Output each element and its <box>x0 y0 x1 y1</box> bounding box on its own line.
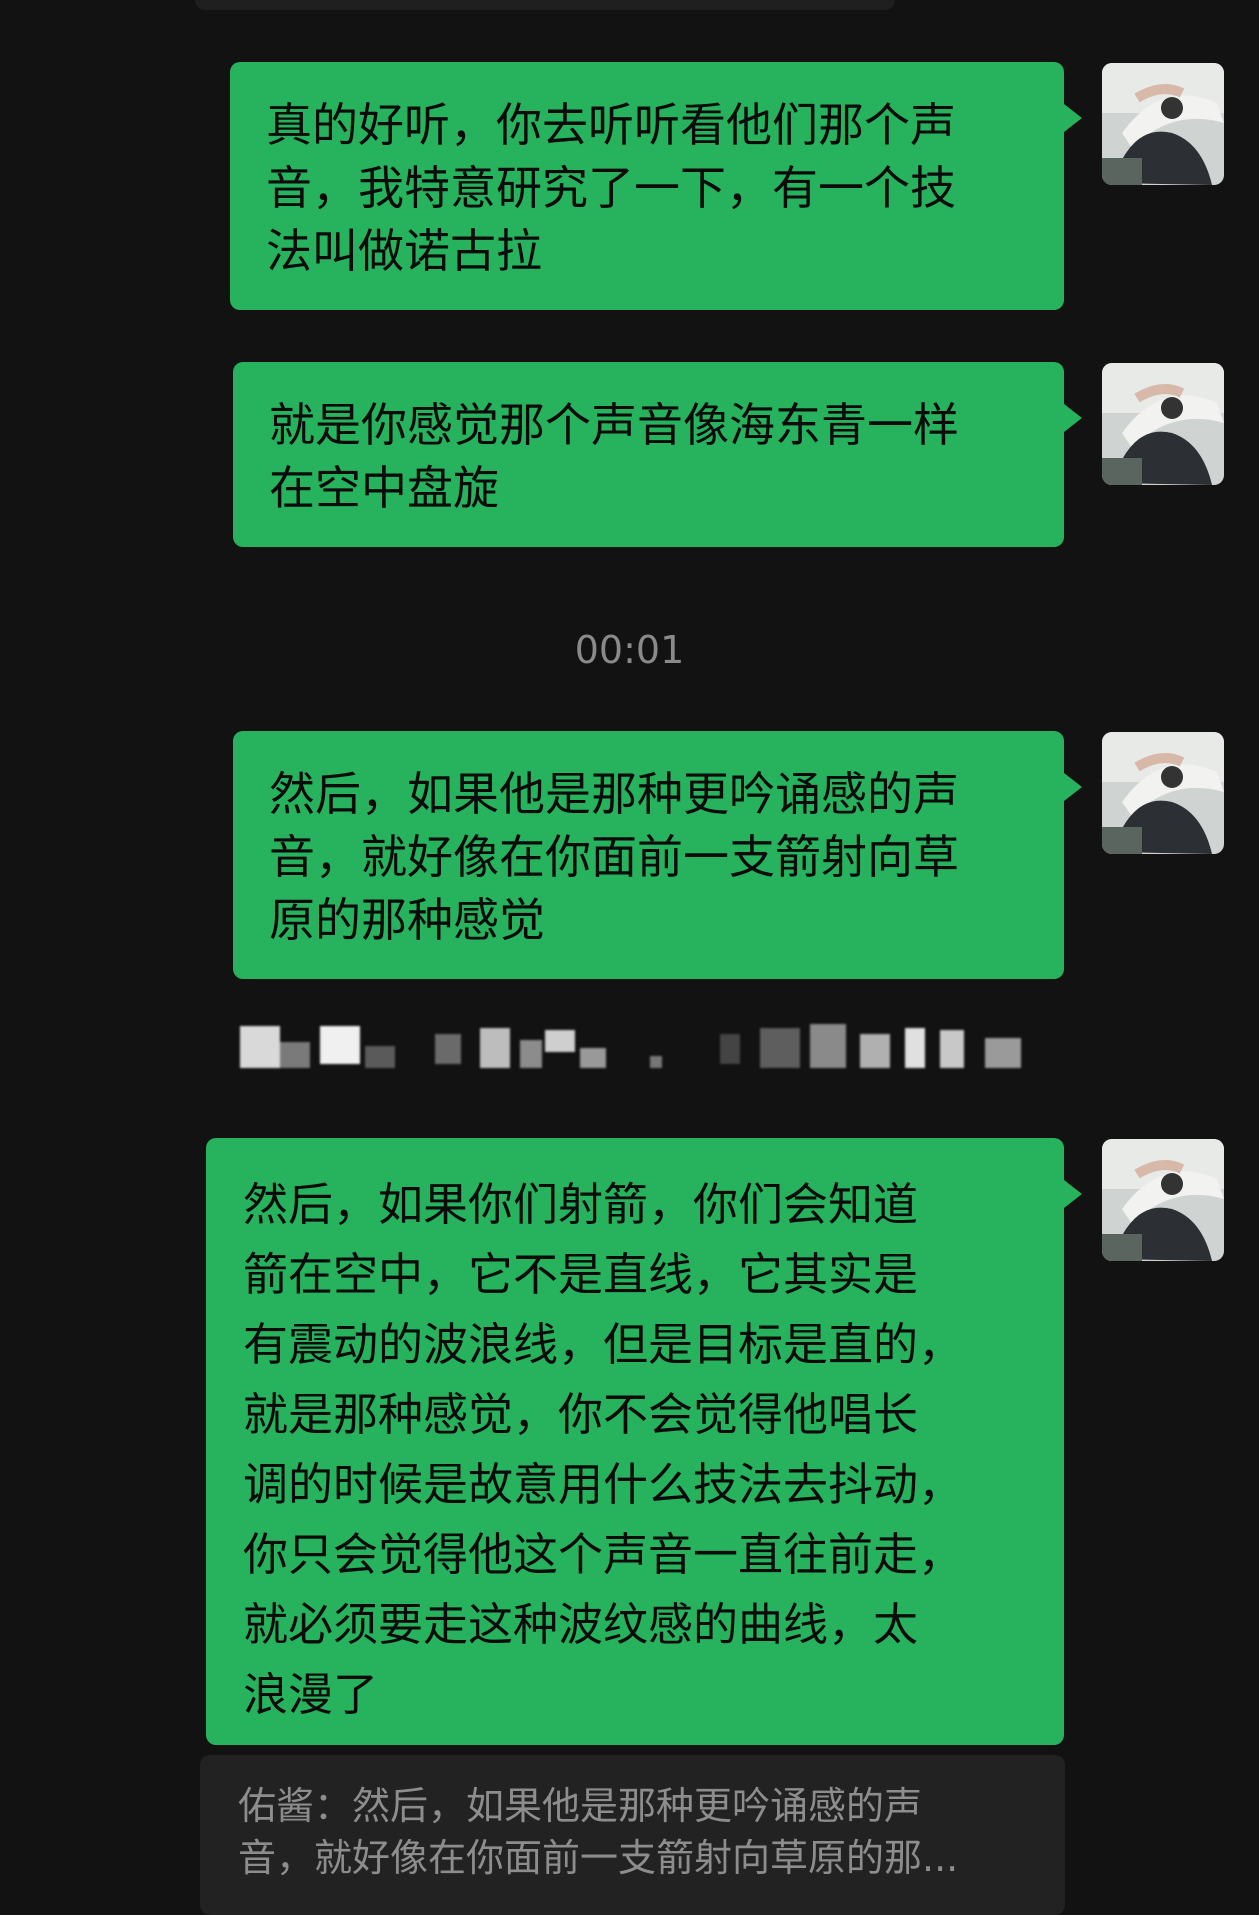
message-line: 音，我特意研究了一下，有一个技 <box>266 161 956 215</box>
message-bubble[interactable]: 然后，如果他是那种更吟诵感的声 音，就好像在你面前一支箭射向草 原的那种感觉 <box>233 731 1082 979</box>
message-bubble[interactable]: 然后，如果你们射箭，你们会知道 箭在空中，它不是直线，它其实是 有震动的波浪线，… <box>206 1138 1082 1745</box>
avatar[interactable] <box>1102 363 1224 485</box>
user-avatar-photo-icon <box>1102 363 1224 485</box>
message-line: 就是你感觉那个声音像海东青一样 <box>269 398 959 452</box>
quote-line: 音，就好像在你面前一支箭射向草原的那... <box>238 1836 959 1880</box>
message-line: 原的那种感觉 <box>269 893 545 947</box>
avatar[interactable] <box>1102 63 1224 185</box>
quoted-message[interactable]: 佑酱：然后，如果他是那种更吟诵感的声 音，就好像在你面前一支箭射向草原的那... <box>200 1755 1065 1915</box>
message-line: 在空中盘旋 <box>269 461 499 515</box>
avatar[interactable] <box>1102 1139 1224 1261</box>
time-divider: 00:01 <box>574 628 685 672</box>
user-avatar-photo-icon <box>1102 63 1224 185</box>
message-bubble[interactable]: 就是你感觉那个声音像海东青一样 在空中盘旋 <box>233 362 1082 547</box>
message-line: 然后，如果你们射箭，你们会知道 <box>243 1178 919 1231</box>
message-line: 浪漫了 <box>243 1668 379 1721</box>
quote-line: 佑酱：然后，如果他是那种更吟诵感的声 <box>238 1784 923 1828</box>
message-line: 箭在空中，它不是直线，它其实是 <box>243 1248 919 1301</box>
message-line: 有震动的波浪线，但是目标是直的， <box>243 1318 964 1371</box>
message-line: 音，就好像在你面前一支箭射向草 <box>269 830 959 884</box>
message-bubble[interactable]: 真的好听，你去听听看他们那个声 音，我特意研究了一下，有一个技 法叫做诺古拉 <box>230 62 1082 310</box>
user-avatar-photo-icon <box>1102 1139 1224 1261</box>
message-line: 法叫做诺古拉 <box>266 224 542 278</box>
previous-message-edge <box>195 0 895 10</box>
message-line: 调的时候是故意用什么技法去抖动， <box>243 1458 964 1511</box>
message-line: 你只会觉得他这个声音一直往前走， <box>243 1528 964 1581</box>
user-avatar-photo-icon <box>1102 732 1224 854</box>
message-line: 真的好听，你去听听看他们那个声 <box>266 98 956 152</box>
message-line: 就必须要走这种波纹感的曲线，太 <box>243 1598 919 1651</box>
pixelated-system-notice-icon <box>240 1024 1021 1068</box>
avatar[interactable] <box>1102 732 1224 854</box>
message-line: 就是那种感觉，你不会觉得他唱长 <box>243 1388 919 1441</box>
message-line: 然后，如果他是那种更吟诵感的声 <box>269 767 959 821</box>
